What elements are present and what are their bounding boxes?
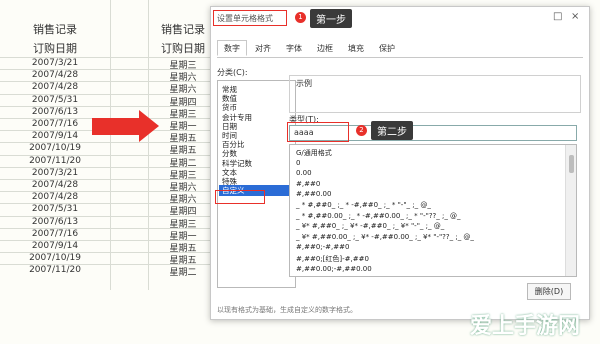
- category-label: 分类(C):: [217, 68, 248, 77]
- column-b-subheader[interactable]: 订购日期: [148, 40, 218, 56]
- maximize-icon[interactable]: □: [553, 11, 562, 22]
- date-cell[interactable]: 2007/5/31: [0, 95, 110, 105]
- date-cell[interactable]: 2007/6/13: [0, 217, 110, 227]
- format-item[interactable]: #,##0.00;-#,##0.00: [296, 265, 372, 273]
- tab-alignment[interactable]: 对齐: [248, 40, 278, 56]
- watermark: 爱上手游网: [470, 314, 581, 339]
- date-cell[interactable]: 2007/3/21: [0, 168, 110, 178]
- sample-box: 示例: [289, 75, 581, 113]
- arrow-head-icon: [139, 110, 159, 142]
- step1-badge: 1: [295, 12, 306, 23]
- delete-button[interactable]: 删除(D): [527, 283, 571, 300]
- weekday-cell[interactable]: 星期二: [148, 265, 218, 278]
- tab-font[interactable]: 字体: [279, 40, 309, 56]
- date-cell[interactable]: 2007/10/19: [0, 253, 110, 263]
- format-list[interactable]: G/通用格式 0 0.00 #,##0 #,##0.00 _ * #,##0_ ;_ * …: [289, 144, 577, 277]
- date-cell[interactable]: 2007/4/28: [0, 180, 110, 190]
- step2-highlight: [287, 122, 349, 142]
- date-cell[interactable]: 2007/6/13: [0, 107, 110, 117]
- format-item[interactable]: G/通用格式: [296, 148, 332, 158]
- hint-text: 以现有格式为基础，生成自定义的数字格式。: [217, 306, 357, 314]
- column-b-header[interactable]: 销售记录: [148, 21, 218, 37]
- format-item[interactable]: #,##0.00: [296, 190, 331, 198]
- step2-label: 第二步: [371, 121, 413, 140]
- tab-divider: [217, 57, 583, 58]
- date-cell[interactable]: 2007/4/28: [0, 192, 110, 202]
- date-cell[interactable]: 2007/5/31: [0, 204, 110, 214]
- format-cells-dialog: 设置单元格格式 1 第一步 □ × 数字 对齐 字体 边框 填充 保护 分类(C…: [210, 6, 590, 320]
- tab-fill[interactable]: 填充: [341, 40, 371, 56]
- date-cell[interactable]: 2007/11/20: [0, 265, 110, 275]
- date-cell[interactable]: 2007/4/28: [0, 82, 110, 92]
- column-a-subheader[interactable]: 订购日期: [0, 40, 110, 56]
- format-item[interactable]: _ ¥* #,##0_ ;_ ¥* -#,##0_ ;_ ¥* "-"_ ;_ …: [296, 222, 444, 230]
- tab-border[interactable]: 边框: [310, 40, 340, 56]
- date-cell[interactable]: 2007/11/20: [0, 156, 110, 166]
- format-list-scrollbar[interactable]: [565, 145, 576, 276]
- close-icon[interactable]: ×: [571, 11, 579, 22]
- custom-category-highlight: [215, 190, 265, 204]
- format-item[interactable]: _ ¥* #,##0.00_ ;_ ¥* -#,##0.00_ ;_ ¥* "-…: [296, 233, 474, 241]
- step1-highlight: [213, 10, 287, 26]
- date-cell[interactable]: 2007/7/16: [0, 229, 110, 239]
- format-item[interactable]: #,##0;[红色]-#,##0: [296, 254, 369, 264]
- step2-badge: 2: [356, 125, 367, 136]
- date-cell[interactable]: 2007/4/28: [0, 70, 110, 80]
- column-divider: [110, 0, 111, 290]
- format-item[interactable]: #,##0;-#,##0: [296, 243, 349, 251]
- sample-label: 示例: [296, 79, 312, 88]
- format-item[interactable]: _ * #,##0.00_ ;_ * -#,##0.00_ ;_ * "-"??…: [296, 212, 461, 220]
- tab-number[interactable]: 数字: [217, 40, 247, 56]
- step1-label: 第一步: [310, 9, 352, 28]
- format-item[interactable]: #,##0: [296, 180, 320, 188]
- date-cell[interactable]: 2007/10/19: [0, 143, 110, 153]
- tab-protection[interactable]: 保护: [372, 40, 402, 56]
- format-item[interactable]: 0.00: [296, 169, 312, 177]
- tab-bar: 数字 对齐 字体 边框 填充 保护: [217, 40, 403, 56]
- category-list[interactable]: 常规 数值 货币 会计专用 日期 时间 百分比 分数 科学记数 文本 特殊 自定义: [217, 80, 296, 288]
- date-cell[interactable]: 2007/9/14: [0, 241, 110, 251]
- date-cell[interactable]: 2007/3/21: [0, 58, 110, 68]
- format-item[interactable]: 0: [296, 159, 300, 167]
- arrow-pointer: [92, 118, 140, 135]
- column-a-header[interactable]: 销售记录: [0, 21, 110, 37]
- scrollbar-thumb[interactable]: [569, 155, 574, 173]
- format-item[interactable]: _ * #,##0_ ;_ * -#,##0_ ;_ * "-"_ ;_ @_: [296, 201, 431, 209]
